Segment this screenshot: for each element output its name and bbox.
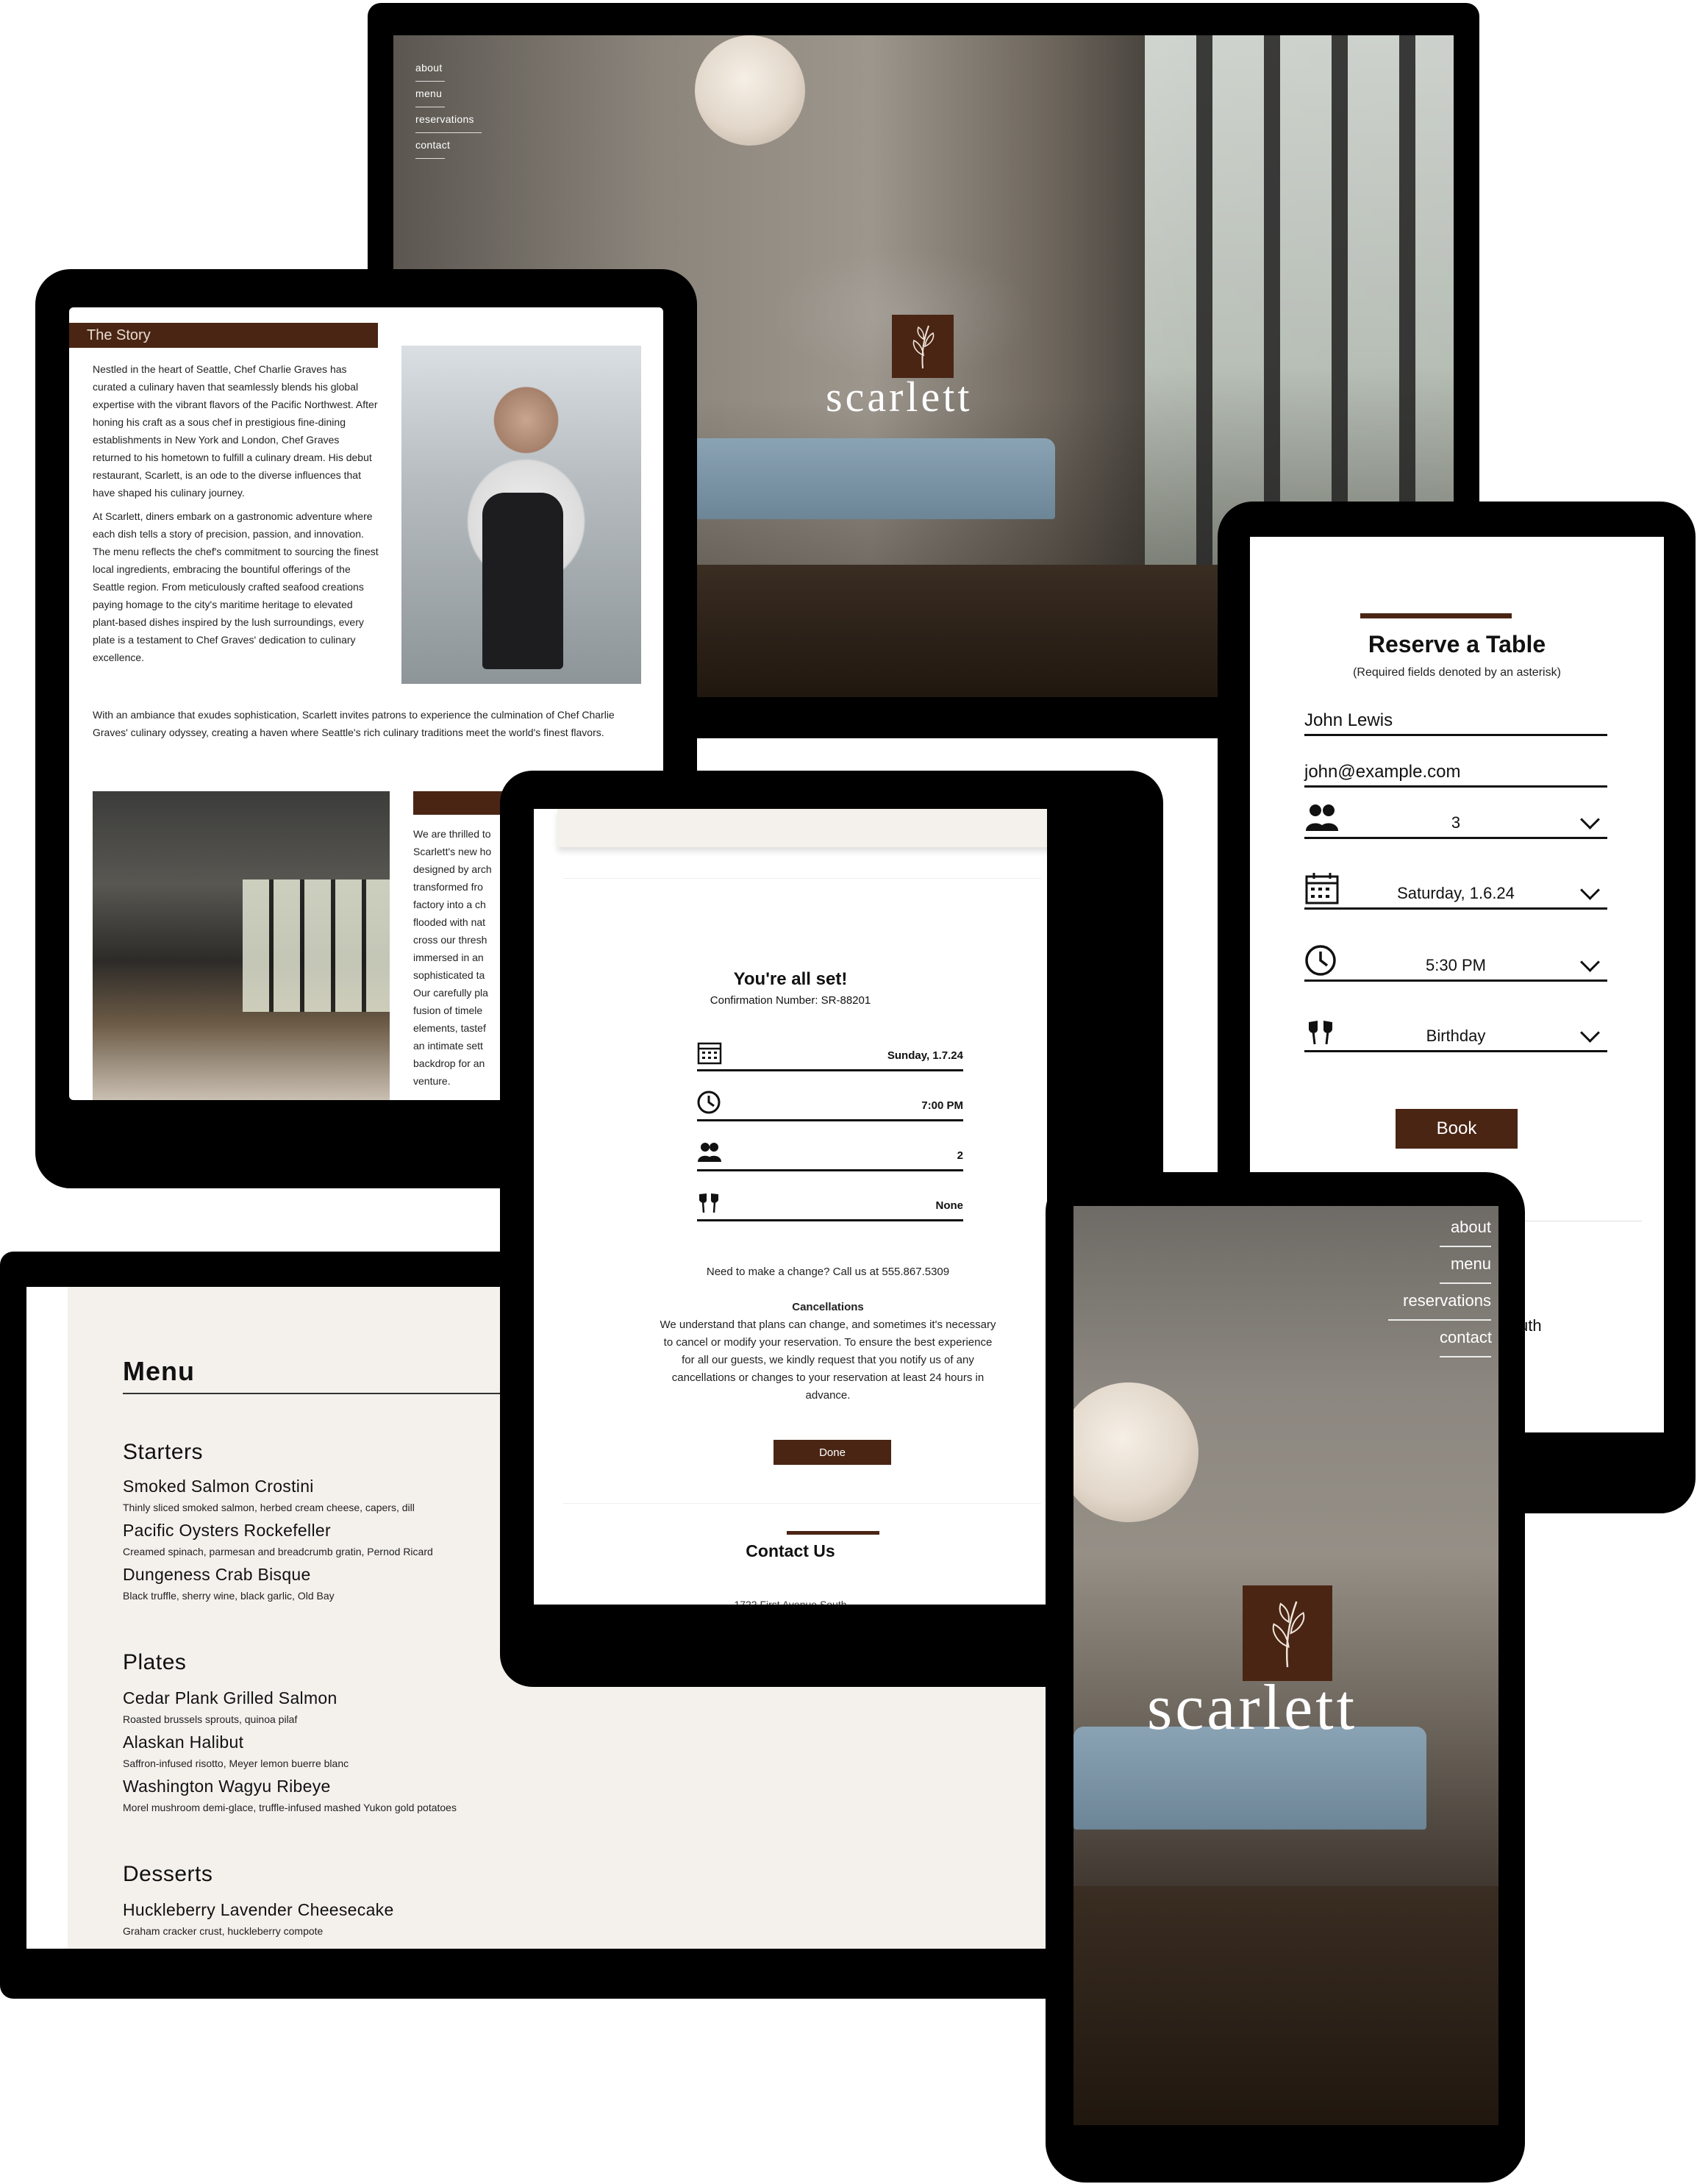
dish-name: Cedar Plank Grilled Salmon — [123, 1688, 337, 1707]
done-button[interactable]: Done — [774, 1440, 891, 1465]
dish-name: Pacific Oysters Rockefeller — [123, 1521, 331, 1540]
dish-name: Alaskan Halibut — [123, 1732, 244, 1752]
story-text: Nestled in the heart of Seattle, Chef Ch… — [93, 360, 379, 672]
cancellations-heading: Cancellations — [792, 1301, 864, 1313]
divider — [563, 1503, 1041, 1504]
logo-mark — [892, 315, 954, 378]
story-paragraph: Nestled in the heart of Seattle, Chef Ch… — [93, 363, 378, 499]
dish-name: Huckleberry Lavender Cheesecake — [123, 1900, 394, 1919]
confirmation-row-party: 2 — [697, 1137, 963, 1171]
logo-wordmark: scarlett — [1147, 1672, 1358, 1744]
people-icon — [698, 1143, 721, 1162]
header-card — [557, 809, 1047, 847]
dish-description: Creamed spinach, parmesan and breadcrumb… — [123, 1546, 433, 1557]
paper-lantern — [695, 35, 805, 146]
form-title: Reserve a Table — [1368, 631, 1546, 657]
sofa — [687, 438, 1055, 519]
dish-name: Washington Wagyu Ribeye — [123, 1777, 331, 1796]
contact-address: 1722 First Avenue South — [734, 1599, 847, 1605]
form-subtitle: (Required fields denoted by an asterisk) — [1353, 666, 1561, 679]
dish-description: Black truffle, sherry wine, black garlic… — [123, 1590, 335, 1602]
dining-window — [243, 879, 390, 1012]
contact-title: Contact Us — [746, 1541, 835, 1560]
clock-icon — [697, 1091, 721, 1114]
party-size-select[interactable]: 3 — [1304, 804, 1607, 839]
dish-name: Dungeness Crab Bisque — [123, 1565, 311, 1584]
nav-link-about[interactable]: about — [1440, 1216, 1491, 1247]
book-button[interactable]: Book — [1396, 1109, 1518, 1149]
section-title-plates: Plates — [123, 1650, 187, 1674]
email-field[interactable]: john@example.com — [1304, 753, 1607, 788]
confirmation-number: Confirmation Number: SR-88201 — [710, 994, 871, 1007]
divider — [563, 878, 1041, 879]
occasion-value: Birthday — [1426, 1027, 1486, 1045]
cancellations-text: We understand that plans can change, and… — [660, 1318, 996, 1402]
nav-link-menu[interactable]: menu — [415, 85, 445, 107]
menu-title-rule — [123, 1393, 535, 1394]
name-value: John Lewis — [1304, 710, 1393, 730]
nav-link-about[interactable]: about — [415, 59, 445, 82]
confirmation-title: You're all set! — [733, 969, 848, 989]
chef-apron — [482, 493, 563, 669]
menu-title: Menu — [123, 1356, 195, 1386]
nav-link-reservations[interactable]: reservations — [415, 110, 482, 133]
story-paragraph: At Scarlett, diners embark on a gastrono… — [93, 510, 379, 663]
dish-description: Graham cracker crust, huckleberry compot… — [123, 1925, 324, 1937]
nav-link-contact[interactable]: contact — [415, 136, 450, 159]
time-value: 5:30 PM — [1426, 956, 1486, 974]
nav-link-contact[interactable]: contact — [1440, 1327, 1492, 1357]
date-value: Saturday, 1.6.24 — [1397, 884, 1515, 902]
contact-accent-bar — [787, 1531, 879, 1535]
email-value: john@example.com — [1304, 762, 1461, 782]
calendar-icon — [697, 1042, 722, 1065]
confirmation-row-time: 7:00 PM — [697, 1087, 963, 1121]
floor — [1073, 1886, 1498, 2125]
confirmation-time: 7:00 PM — [921, 1099, 963, 1112]
change-text: Need to make a change? Call us at 555.86… — [706, 1266, 950, 1278]
chef-photo — [401, 346, 641, 684]
logo-mark — [1243, 1585, 1332, 1681]
dining-room-photo — [93, 791, 390, 1100]
story-heading: The Story — [69, 323, 378, 348]
glasses-icon — [699, 1193, 718, 1213]
dish-description: Roasted brussels sprouts, quinoa pilaf — [123, 1713, 298, 1725]
leaf-icon — [912, 325, 935, 369]
leaf-icon — [1272, 1601, 1305, 1668]
confirmation-screen: You're all set! Confirmation Number: SR-… — [534, 809, 1047, 1605]
dish-name: Smoked Salmon Crostini — [123, 1477, 314, 1496]
occasion-select[interactable]: Birthday — [1304, 1018, 1607, 1052]
paper-lantern — [1073, 1382, 1198, 1522]
nav-link-reservations[interactable]: reservations — [1388, 1290, 1491, 1321]
time-select[interactable]: 5:30 PM — [1304, 945, 1607, 982]
phone-nav: about menu reservations contact — [1388, 1216, 1492, 1363]
dish-description: Saffron-infused risotto, Meyer lemon bue… — [123, 1757, 349, 1769]
phone-hero-screen: about menu reservations contact scarlett — [1073, 1206, 1498, 2125]
title-accent-bar — [1360, 613, 1512, 618]
confirmation-party-size: 2 — [957, 1149, 963, 1162]
name-field[interactable]: John Lewis — [1304, 702, 1607, 736]
dish-description: Thinly sliced smoked salmon, herbed crea… — [123, 1502, 415, 1513]
hero-nav: about menu reservations contact — [415, 59, 482, 162]
logo-wordmark: scarlett — [826, 373, 973, 421]
nav-link-menu[interactable]: menu — [1440, 1253, 1491, 1284]
confirmation-row-occasion: None — [697, 1187, 963, 1221]
confirmation-row-date: Sunday, 1.7.24 — [697, 1037, 963, 1071]
section-title-desserts: Desserts — [123, 1862, 213, 1886]
dish-description: Morel mushroom demi-glace, truffle-infus… — [123, 1802, 457, 1813]
story-closing: With an ambiance that exudes sophisticat… — [93, 709, 615, 738]
confirmation-date: Sunday, 1.7.24 — [887, 1049, 963, 1062]
section-title-starters: Starters — [123, 1440, 204, 1464]
date-select[interactable]: Saturday, 1.6.24 — [1304, 873, 1607, 910]
party-size-value: 3 — [1451, 813, 1461, 832]
confirmation-occasion: None — [935, 1199, 964, 1212]
